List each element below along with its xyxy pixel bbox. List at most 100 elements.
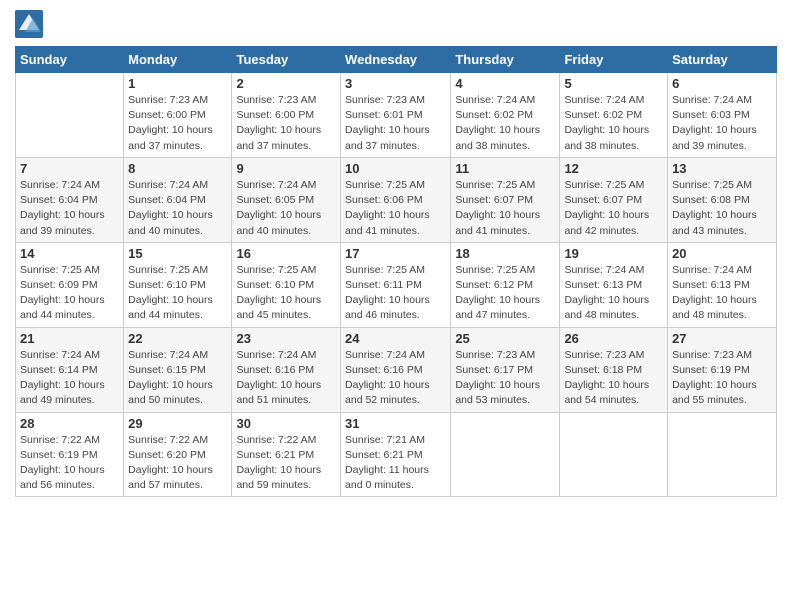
day-info: Sunrise: 7:24 AMSunset: 6:16 PMDaylight:… (345, 348, 446, 409)
day-number: 28 (20, 416, 119, 431)
day-number: 17 (345, 246, 446, 261)
weekday-header: Monday (124, 47, 232, 73)
day-number: 15 (128, 246, 227, 261)
day-number: 2 (236, 76, 336, 91)
calendar-cell (560, 412, 668, 497)
calendar-cell: 1Sunrise: 7:23 AMSunset: 6:00 PMDaylight… (124, 73, 232, 158)
calendar-cell: 5 Sunrise: 7:24 AMSunset: 6:02 PMDaylight… (560, 73, 668, 158)
calendar-cell: 20 Sunrise: 7:24 AMSunset: 6:13 PMDayligh… (668, 242, 777, 327)
day-info: Sunrise: 7:23 AMSunset: 6:18 PMDaylight:… (564, 348, 663, 409)
calendar-cell: 7Sunrise: 7:24 AMSunset: 6:04 PMDaylight… (16, 157, 124, 242)
day-number: 11 (455, 161, 555, 176)
calendar-week-row: 28 Sunrise: 7:22 AMSunset: 6:19 PMDayligh… (16, 412, 777, 497)
calendar-cell (668, 412, 777, 497)
calendar-cell: 15 Sunrise: 7:25 AMSunset: 6:10 PMDayligh… (124, 242, 232, 327)
calendar-week-row: 21 Sunrise: 7:24 AMSunset: 6:14 PMDayligh… (16, 327, 777, 412)
day-info: Sunrise: 7:25 AMSunset: 6:12 PMDaylight:… (455, 263, 555, 324)
calendar-cell: 6Sunrise: 7:24 AMSunset: 6:03 PMDaylight… (668, 73, 777, 158)
logo-icon (15, 10, 43, 38)
day-info: Sunrise: 7:22 AMSunset: 6:20 PMDaylight:… (128, 433, 227, 494)
calendar-cell: 28 Sunrise: 7:22 AMSunset: 6:19 PMDayligh… (16, 412, 124, 497)
day-number: 12 (564, 161, 663, 176)
weekday-header: Thursday (451, 47, 560, 73)
calendar-cell: 12 Sunrise: 7:25 AMSunset: 6:07 PMDayligh… (560, 157, 668, 242)
day-info: Sunrise: 7:24 AMSunset: 6:13 PMDaylight:… (564, 263, 663, 324)
day-info: Sunrise: 7:24 AMSunset: 6:04 PMDaylight:… (128, 178, 227, 239)
day-number: 10 (345, 161, 446, 176)
day-info: Sunrise: 7:24 AMSunset: 6:13 PMDaylight:… (672, 263, 772, 324)
day-info: Sunrise: 7:24 AMSunset: 6:15 PMDaylight:… (128, 348, 227, 409)
calendar-cell: 9Sunrise: 7:24 AMSunset: 6:05 PMDaylight… (232, 157, 341, 242)
calendar-cell: 4 Sunrise: 7:24 AMSunset: 6:02 PMDaylight… (451, 73, 560, 158)
day-info: Sunrise: 7:23 AMSunset: 6:17 PMDaylight:… (455, 348, 555, 409)
day-info: Sunrise: 7:24 AMSunset: 6:16 PMDaylight:… (236, 348, 336, 409)
day-info: Sunrise: 7:25 AMSunset: 6:10 PMDaylight:… (128, 263, 227, 324)
calendar-cell: 30 Sunrise: 7:22 AMSunset: 6:21 PMDayligh… (232, 412, 341, 497)
calendar-week-row: 14Sunrise: 7:25 AMSunset: 6:09 PMDayligh… (16, 242, 777, 327)
day-number: 20 (672, 246, 772, 261)
day-number: 4 (455, 76, 555, 91)
day-number: 21 (20, 331, 119, 346)
day-number: 7 (20, 161, 119, 176)
calendar-cell: 21 Sunrise: 7:24 AMSunset: 6:14 PMDayligh… (16, 327, 124, 412)
calendar-cell: 24 Sunrise: 7:24 AMSunset: 6:16 PMDayligh… (341, 327, 451, 412)
calendar-table: SundayMondayTuesdayWednesdayThursdayFrid… (15, 46, 777, 497)
calendar-cell: 31 Sunrise: 7:21 AMSunset: 6:21 PMDayligh… (341, 412, 451, 497)
weekday-row: SundayMondayTuesdayWednesdayThursdayFrid… (16, 47, 777, 73)
day-number: 5 (564, 76, 663, 91)
day-number: 24 (345, 331, 446, 346)
weekday-header: Saturday (668, 47, 777, 73)
day-number: 27 (672, 331, 772, 346)
day-number: 1 (128, 76, 227, 91)
day-number: 26 (564, 331, 663, 346)
weekday-header: Sunday (16, 47, 124, 73)
calendar-cell: 16Sunrise: 7:25 AMSunset: 6:10 PMDayligh… (232, 242, 341, 327)
day-info: Sunrise: 7:25 AMSunset: 6:08 PMDaylight:… (672, 178, 772, 239)
calendar-cell: 14Sunrise: 7:25 AMSunset: 6:09 PMDayligh… (16, 242, 124, 327)
day-number: 30 (236, 416, 336, 431)
day-number: 13 (672, 161, 772, 176)
day-number: 3 (345, 76, 446, 91)
day-number: 6 (672, 76, 772, 91)
day-number: 29 (128, 416, 227, 431)
calendar-week-row: 1Sunrise: 7:23 AMSunset: 6:00 PMDaylight… (16, 73, 777, 158)
day-info: Sunrise: 7:23 AMSunset: 6:01 PMDaylight:… (345, 93, 446, 154)
day-info: Sunrise: 7:25 AMSunset: 6:09 PMDaylight:… (20, 263, 119, 324)
weekday-header: Friday (560, 47, 668, 73)
calendar-cell: 22 Sunrise: 7:24 AMSunset: 6:15 PMDayligh… (124, 327, 232, 412)
day-info: Sunrise: 7:21 AMSunset: 6:21 PMDaylight:… (345, 433, 446, 494)
day-number: 31 (345, 416, 446, 431)
calendar-cell: 27 Sunrise: 7:23 AMSunset: 6:19 PMDayligh… (668, 327, 777, 412)
day-number: 22 (128, 331, 227, 346)
day-info: Sunrise: 7:22 AMSunset: 6:19 PMDaylight:… (20, 433, 119, 494)
day-info: Sunrise: 7:25 AMSunset: 6:11 PMDaylight:… (345, 263, 446, 324)
calendar-cell: 25 Sunrise: 7:23 AMSunset: 6:17 PMDayligh… (451, 327, 560, 412)
weekday-header: Tuesday (232, 47, 341, 73)
calendar-cell: 18Sunrise: 7:25 AMSunset: 6:12 PMDayligh… (451, 242, 560, 327)
calendar-cell: 17 Sunrise: 7:25 AMSunset: 6:11 PMDayligh… (341, 242, 451, 327)
calendar-cell: 3 Sunrise: 7:23 AMSunset: 6:01 PMDaylight… (341, 73, 451, 158)
day-number: 23 (236, 331, 336, 346)
day-info: Sunrise: 7:24 AMSunset: 6:02 PMDaylight:… (455, 93, 555, 154)
day-number: 19 (564, 246, 663, 261)
day-info: Sunrise: 7:25 AMSunset: 6:07 PMDaylight:… (455, 178, 555, 239)
calendar-cell: 23 Sunrise: 7:24 AMSunset: 6:16 PMDayligh… (232, 327, 341, 412)
calendar-cell: 2Sunrise: 7:23 AMSunset: 6:00 PMDaylight… (232, 73, 341, 158)
day-info: Sunrise: 7:25 AMSunset: 6:06 PMDaylight:… (345, 178, 446, 239)
day-info: Sunrise: 7:24 AMSunset: 6:02 PMDaylight:… (564, 93, 663, 154)
calendar-cell: 10 Sunrise: 7:25 AMSunset: 6:06 PMDayligh… (341, 157, 451, 242)
header (15, 10, 777, 38)
day-number: 25 (455, 331, 555, 346)
day-info: Sunrise: 7:22 AMSunset: 6:21 PMDaylight:… (236, 433, 336, 494)
calendar-cell: 8Sunrise: 7:24 AMSunset: 6:04 PMDaylight… (124, 157, 232, 242)
weekday-header: Wednesday (341, 47, 451, 73)
day-number: 16 (236, 246, 336, 261)
calendar-cell: 11 Sunrise: 7:25 AMSunset: 6:07 PMDayligh… (451, 157, 560, 242)
day-info: Sunrise: 7:24 AMSunset: 6:05 PMDaylight:… (236, 178, 336, 239)
day-info: Sunrise: 7:24 AMSunset: 6:14 PMDaylight:… (20, 348, 119, 409)
calendar-body: 1Sunrise: 7:23 AMSunset: 6:00 PMDaylight… (16, 73, 777, 497)
calendar-cell: 19 Sunrise: 7:24 AMSunset: 6:13 PMDayligh… (560, 242, 668, 327)
day-info: Sunrise: 7:25 AMSunset: 6:07 PMDaylight:… (564, 178, 663, 239)
day-info: Sunrise: 7:23 AMSunset: 6:19 PMDaylight:… (672, 348, 772, 409)
calendar-week-row: 7 Sunrise: 7:24 AMSunset: 6:04 PMDaylight… (16, 157, 777, 242)
